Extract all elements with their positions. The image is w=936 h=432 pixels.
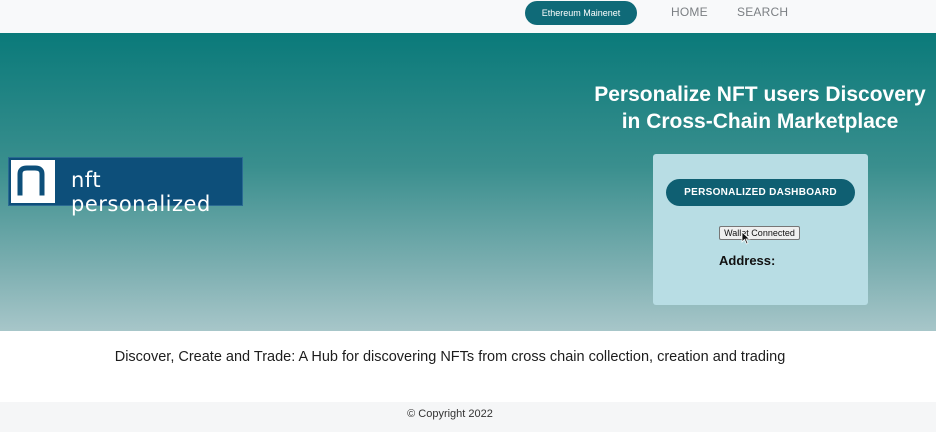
hero-title: Personalize NFT users Discovery in Cross… <box>594 83 926 133</box>
logo-text: nft personalized <box>71 168 211 216</box>
tagline: Discover, Create and Trade: A Hub for di… <box>114 349 786 365</box>
brand-logo[interactable]: nft personalized <box>8 157 243 216</box>
copyright-text: © Copyright 2022 <box>407 408 493 420</box>
mouse-pointer-icon <box>741 231 751 245</box>
nav-home-link[interactable]: HOME <box>671 5 708 19</box>
personalized-dashboard-button[interactable]: PERSONALIZED DASHBOARD <box>666 179 855 206</box>
network-selector-button[interactable]: Ethereum Mainenet <box>525 1 637 25</box>
top-navbar: Ethereum Mainenet HOME SEARCH <box>0 0 936 33</box>
wallet-connected-button[interactable]: Wallet Connected <box>719 226 800 240</box>
nav-search-link[interactable]: SEARCH <box>737 5 788 19</box>
address-label: Address: <box>719 253 776 268</box>
footer: © Copyright 2022 <box>0 402 936 432</box>
dashboard-card: PERSONALIZED DASHBOARD Wallet Connected … <box>653 154 868 305</box>
hero-section: nft personalized Personalize NFT users D… <box>0 33 936 331</box>
logo-n-icon <box>11 160 55 203</box>
